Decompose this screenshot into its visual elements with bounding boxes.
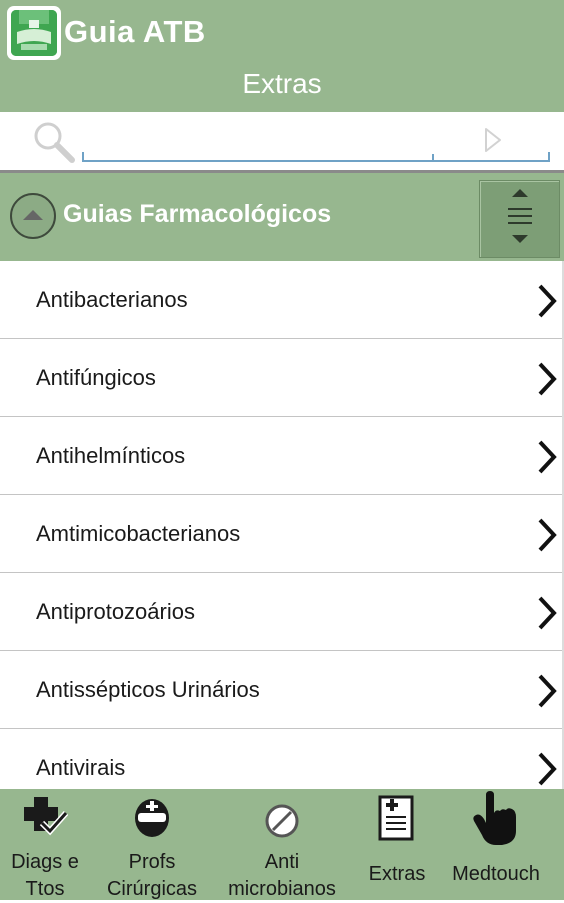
- app-title: Guia ATB: [64, 14, 206, 49]
- search-icon[interactable]: [32, 120, 76, 169]
- sort-icon: [508, 189, 532, 243]
- tab-label: Profs Cirúrgicas: [106, 851, 198, 900]
- chevron-right-icon: [536, 751, 558, 792]
- list-item[interactable]: Antissépticos Urinários: [0, 651, 564, 729]
- list-item-label: Antivirais: [36, 755, 126, 780]
- page-title: Extras: [242, 68, 322, 99]
- collapse-up-icon: [23, 210, 43, 220]
- list-item-label: Antihelmínticos: [36, 443, 186, 468]
- tab-extras[interactable]: Extras: [356, 789, 438, 900]
- list-item-label: Antibacterianos: [36, 287, 188, 312]
- app-logo: [7, 6, 61, 60]
- list-item[interactable]: Amtimicobacterianos: [0, 495, 564, 573]
- list-item-label: Amtimicobacterianos: [36, 521, 241, 546]
- list-item[interactable]: Antihelmínticos: [0, 417, 564, 495]
- medical-cross-check-icon: [22, 795, 69, 844]
- list-item[interactable]: Antibacterianos: [0, 261, 564, 339]
- tab-label: Extras: [368, 863, 426, 885]
- tab-label: Diags e Ttos: [11, 851, 79, 900]
- search-input[interactable]: [84, 120, 434, 160]
- hand-pointer-icon: [472, 791, 522, 852]
- document-icon: [378, 795, 414, 846]
- pill-icon: [264, 803, 300, 844]
- chevron-right-icon: [536, 361, 558, 402]
- list-item-label: Antifúngicos: [36, 365, 156, 390]
- pharmacology-list: Antibacterianos Antifúngicos Antihelmínt…: [0, 261, 564, 807]
- tab-label: Medtouch: [452, 863, 540, 885]
- list-item-label: Antiprotozoários: [36, 599, 195, 624]
- chevron-right-icon: [536, 673, 558, 714]
- tab-diags-ttos[interactable]: Diags e Ttos: [0, 789, 90, 900]
- surgeon-icon: [132, 797, 172, 844]
- chevron-right-icon: [536, 283, 558, 324]
- chevron-right-icon: [536, 517, 558, 558]
- tab-medtouch[interactable]: Medtouch: [440, 789, 552, 900]
- section-title: Guias Farmacológicos: [63, 200, 332, 228]
- chevron-right-icon: [536, 439, 558, 480]
- app-logo-icon: [11, 10, 57, 56]
- list-item[interactable]: Antifúngicos: [0, 339, 564, 417]
- list-item[interactable]: Antiprotozoários: [0, 573, 564, 651]
- play-arrow-icon[interactable]: [484, 127, 502, 158]
- tab-antimicrobianos[interactable]: Anti microbianos: [214, 789, 350, 900]
- collapse-button[interactable]: [10, 193, 56, 239]
- chevron-right-icon: [536, 595, 558, 636]
- sort-button[interactable]: [479, 180, 560, 258]
- list-item-label: Antissépticos Urinários: [36, 677, 260, 702]
- search-underline: [82, 160, 550, 162]
- tab-label: Anti microbianos: [228, 851, 336, 900]
- tab-profs-cirurgicas[interactable]: Profs Cirúrgicas: [96, 789, 208, 900]
